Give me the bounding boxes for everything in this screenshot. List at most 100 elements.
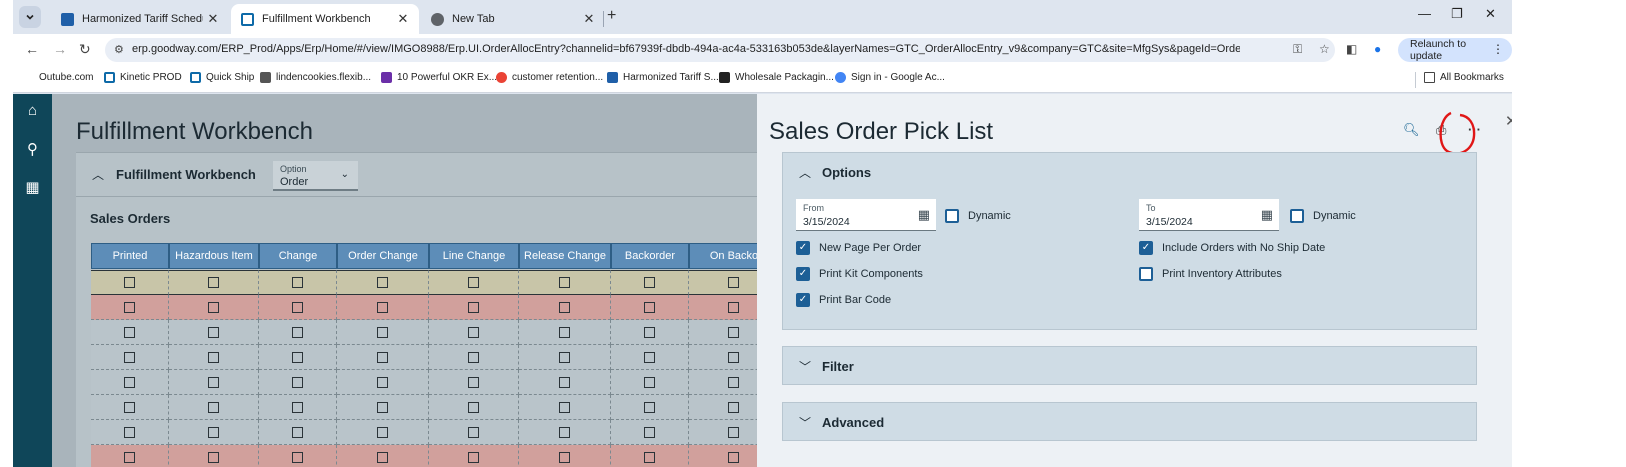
checkbox-box[interactable] bbox=[644, 301, 655, 313]
grid-cell[interactable] bbox=[169, 395, 259, 420]
close-icon[interactable]: ✕ bbox=[393, 11, 413, 27]
column-header[interactable]: Order Change bbox=[337, 243, 429, 269]
all-bookmarks-button[interactable]: All Bookmarks bbox=[1424, 72, 1504, 83]
checkbox-box[interactable] bbox=[377, 277, 388, 288]
grid-cell[interactable] bbox=[169, 420, 259, 445]
grid-cell[interactable] bbox=[519, 420, 611, 445]
grid-cell[interactable] bbox=[337, 370, 429, 395]
print-inventory-attributes-checkbox[interactable]: Print Inventory Attributes bbox=[1139, 267, 1282, 281]
grid-cell[interactable] bbox=[611, 445, 689, 467]
checkbox-box[interactable] bbox=[945, 209, 959, 223]
chevron-down-icon[interactable]: ﹀ bbox=[799, 358, 811, 375]
checkbox-box[interactable] bbox=[208, 376, 219, 388]
dynamic-to-checkbox[interactable]: Dynamic bbox=[1290, 209, 1356, 223]
checkbox-box[interactable] bbox=[292, 401, 303, 413]
tab-search-button[interactable] bbox=[19, 6, 41, 28]
checkbox-box[interactable] bbox=[292, 326, 303, 338]
checkbox-box[interactable] bbox=[728, 401, 739, 413]
bookmark-item[interactable]: Sign in - Google Ac... bbox=[835, 72, 945, 83]
checkbox-box[interactable] bbox=[728, 326, 739, 338]
tab-fulfillment-workbench[interactable]: Fulfillment Workbench ✕ bbox=[231, 4, 419, 34]
checkbox-box[interactable] bbox=[208, 277, 219, 288]
tab-new-tab[interactable]: New Tab ✕ bbox=[421, 4, 605, 34]
grid-cell[interactable] bbox=[519, 320, 611, 345]
checkbox-box[interactable] bbox=[728, 301, 739, 313]
column-header[interactable]: Backorder bbox=[611, 243, 689, 269]
close-icon[interactable]: ✕ bbox=[203, 11, 223, 27]
grid-cell[interactable] bbox=[91, 270, 169, 295]
checkbox-box[interactable] bbox=[1139, 267, 1153, 281]
grid-cell[interactable] bbox=[259, 345, 337, 370]
grid-cell[interactable] bbox=[519, 345, 611, 370]
checkbox-box[interactable] bbox=[208, 426, 219, 438]
checkbox-box[interactable] bbox=[559, 351, 570, 363]
calendar-icon[interactable]: ▦ bbox=[1261, 207, 1273, 223]
checkbox-box[interactable] bbox=[208, 301, 219, 313]
grid-cell[interactable] bbox=[519, 370, 611, 395]
checkbox-box[interactable] bbox=[377, 426, 388, 438]
checkbox-box[interactable] bbox=[644, 351, 655, 363]
grid-cell[interactable] bbox=[519, 445, 611, 467]
grid-cell[interactable] bbox=[611, 370, 689, 395]
grid-cell[interactable] bbox=[429, 445, 519, 467]
checkbox-box[interactable]: ✓ bbox=[796, 293, 810, 307]
back-icon[interactable]: ← bbox=[25, 41, 39, 57]
grid-cell[interactable] bbox=[611, 420, 689, 445]
profile-icon[interactable]: ● bbox=[1374, 42, 1381, 56]
advanced-section[interactable]: ﹀ Advanced bbox=[782, 402, 1477, 441]
checkbox-box[interactable] bbox=[292, 301, 303, 313]
checkbox-box[interactable] bbox=[468, 277, 479, 288]
grid-cell[interactable] bbox=[429, 420, 519, 445]
print-bar-code-checkbox[interactable]: ✓ Print Bar Code bbox=[796, 293, 891, 307]
checkbox-box[interactable] bbox=[468, 426, 479, 438]
checkbox-box[interactable] bbox=[644, 426, 655, 438]
print-kit-components-checkbox[interactable]: ✓ Print Kit Components bbox=[796, 267, 923, 281]
minimize-icon[interactable]: — bbox=[1418, 6, 1431, 21]
checkbox-box[interactable] bbox=[292, 351, 303, 363]
grid-cell[interactable] bbox=[91, 345, 169, 370]
grid-cell[interactable] bbox=[91, 370, 169, 395]
from-date-field[interactable]: From 3/15/2024 ▦ bbox=[796, 199, 936, 231]
site-info-icon[interactable]: ⚙ bbox=[114, 43, 124, 56]
checkbox-box[interactable] bbox=[377, 376, 388, 388]
window-close-icon[interactable]: ✕ bbox=[1485, 6, 1496, 22]
checkbox-box[interactable] bbox=[728, 351, 739, 363]
bookmark-item[interactable]: Wholesale Packagin... bbox=[719, 72, 834, 83]
checkbox-box[interactable] bbox=[644, 376, 655, 388]
bookmark-item[interactable]: customer retention... bbox=[496, 72, 603, 83]
column-header[interactable]: Printed bbox=[91, 243, 169, 269]
grid-cell[interactable] bbox=[169, 295, 259, 320]
apps-grid-icon[interactable]: ▦ bbox=[13, 178, 52, 196]
grid-cell[interactable] bbox=[259, 270, 337, 295]
checkbox-box[interactable] bbox=[377, 401, 388, 413]
home-icon[interactable]: ⌂ bbox=[13, 102, 52, 119]
grid-cell[interactable] bbox=[91, 395, 169, 420]
checkbox-box[interactable] bbox=[559, 301, 570, 313]
checkbox-box[interactable] bbox=[124, 451, 135, 463]
dynamic-from-checkbox[interactable]: Dynamic bbox=[945, 209, 1011, 223]
grid-cell[interactable] bbox=[91, 295, 169, 320]
search-icon[interactable]: ⚲ bbox=[13, 140, 52, 158]
close-icon[interactable]: ✕ bbox=[579, 11, 599, 27]
bookmark-item[interactable]: Quick Ship bbox=[190, 72, 254, 83]
grid-cell[interactable] bbox=[169, 320, 259, 345]
column-header[interactable]: Line Change bbox=[429, 243, 519, 269]
bookmark-item[interactable]: Kinetic PROD bbox=[104, 72, 182, 83]
checkbox-box[interactable] bbox=[208, 401, 219, 413]
grid-cell[interactable] bbox=[519, 395, 611, 420]
reload-icon[interactable]: ↻ bbox=[79, 41, 91, 58]
checkbox-box[interactable] bbox=[728, 376, 739, 388]
checkbox-box[interactable] bbox=[377, 301, 388, 313]
grid-cell[interactable] bbox=[611, 270, 689, 295]
chevron-down-icon[interactable]: ﹀ bbox=[799, 414, 811, 431]
forward-icon[interactable]: → bbox=[53, 41, 67, 57]
new-tab-button[interactable]: + bbox=[607, 7, 616, 25]
grid-cell[interactable] bbox=[611, 320, 689, 345]
checkbox-box[interactable] bbox=[559, 401, 570, 413]
column-header[interactable]: Hazardous Item bbox=[169, 243, 259, 269]
checkbox-box[interactable] bbox=[124, 277, 135, 288]
checkbox-box[interactable] bbox=[559, 277, 570, 288]
checkbox-box[interactable] bbox=[468, 401, 479, 413]
checkbox-box[interactable] bbox=[208, 451, 219, 463]
grid-cell[interactable] bbox=[337, 445, 429, 467]
